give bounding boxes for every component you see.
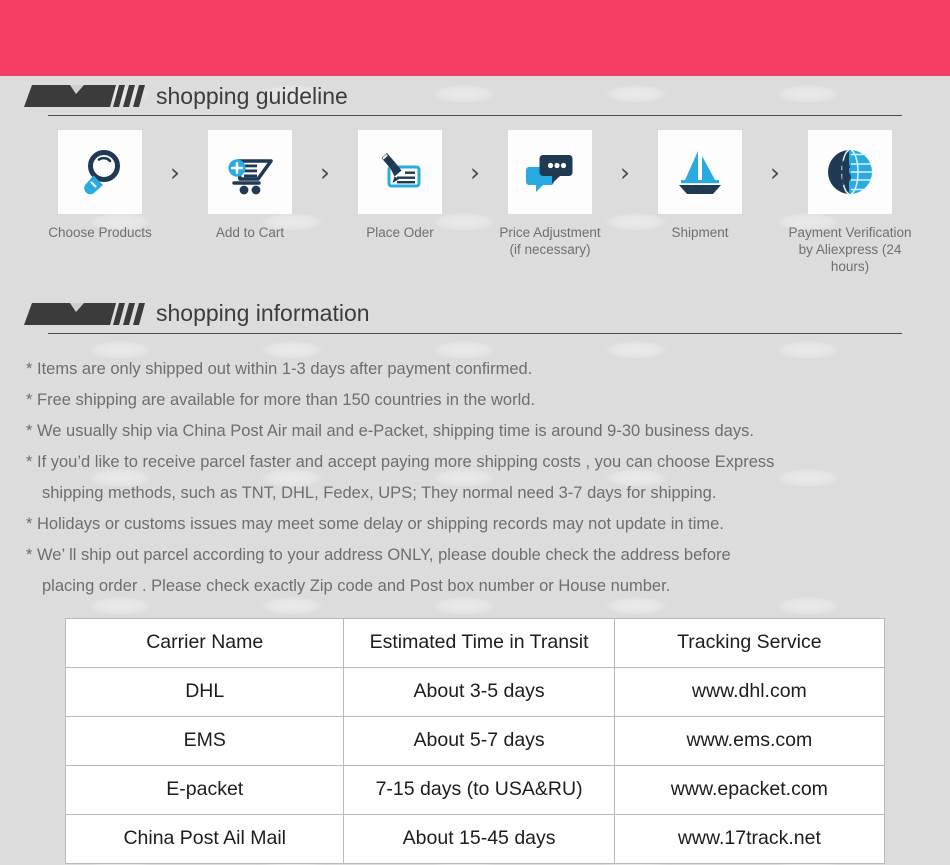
info-line: * Free shipping are available for more t… xyxy=(26,390,536,409)
step-arrow-icon: › xyxy=(620,157,630,187)
table-cell-tracking[interactable]: www.epacket.com xyxy=(613,764,886,815)
table-row: E-packet 7-15 days (to USA&RU) www.epack… xyxy=(64,764,886,815)
info-line: * We’ ll ship out parcel according to yo… xyxy=(26,545,731,564)
step-label: Add to Cart xyxy=(215,225,285,240)
shopping-information-list: * Items are only shipped out within 1-3 … xyxy=(26,354,924,602)
carrier-table: Carrier Name Estimated Time in Transit T… xyxy=(64,617,886,864)
table-row: DHL About 3-5 days www.dhl.com xyxy=(64,666,886,717)
heading-decoration-icon xyxy=(24,301,146,327)
step-payment-verification[interactable]: $ Payment Verification by Aliexpress (24… xyxy=(787,130,913,276)
info-line: shipping methods, such as TNT, DHL, Fede… xyxy=(42,483,717,502)
step-icon-box: $ xyxy=(808,130,892,214)
step-label: Payment Verification by Aliexpress (24 h… xyxy=(788,225,912,274)
step-shipment[interactable]: Shipment xyxy=(637,130,763,242)
table-cell-carrier: EMS xyxy=(64,715,345,766)
table-header-cell: Estimated Time in Transit xyxy=(343,617,615,668)
magnifier-icon xyxy=(84,150,120,195)
shopping-steps: Choose Products › Add to Cart › Place Od… xyxy=(0,130,950,276)
table-cell-transit: About 3-5 days xyxy=(343,666,615,717)
info-line: * We usually ship via China Post Air mai… xyxy=(26,421,754,440)
carrier-table-wrapper: Carrier Name Estimated Time in Transit T… xyxy=(64,617,886,864)
table-cell-tracking[interactable]: www.ems.com xyxy=(613,715,886,766)
shopping-guideline-heading: shopping guideline xyxy=(24,76,926,116)
step-arrow-icon: › xyxy=(170,157,180,187)
top-pink-banner xyxy=(0,0,950,76)
table-cell-carrier: DHL xyxy=(64,666,345,717)
table-cell-transit: 7-15 days (to USA&RU) xyxy=(343,764,615,815)
table-cell-tracking[interactable]: www.dhl.com xyxy=(613,666,886,717)
step-label: Place Oder xyxy=(366,225,434,240)
step-label: Price Adjustment (if necessary) xyxy=(499,225,601,257)
step-icon-box xyxy=(208,130,292,214)
step-icon-box xyxy=(658,130,742,214)
table-row: China Post Ail Mail About 15-45 days www… xyxy=(64,813,886,864)
dollar-globe-icon: $ xyxy=(828,149,872,195)
step-icon-box xyxy=(358,130,442,214)
table-header-cell: Tracking Service xyxy=(613,617,886,668)
table-cell-carrier: China Post Ail Mail xyxy=(64,813,345,864)
sailboat-icon xyxy=(679,151,721,194)
table-header-cell: Carrier Name xyxy=(64,617,345,668)
step-place-order[interactable]: Place Oder xyxy=(337,130,463,242)
product-description-page: shopping guideline Choose Products › Add… xyxy=(0,0,950,865)
section-title: shopping guideline xyxy=(156,82,348,109)
svg-text:$: $ xyxy=(835,157,852,190)
section-title: shopping information xyxy=(156,300,370,327)
shopping-information-heading: shopping information xyxy=(24,294,926,334)
heading-decoration-icon xyxy=(24,83,146,109)
step-choose-products[interactable]: Choose Products xyxy=(37,130,163,242)
step-icon-box xyxy=(58,130,142,214)
heading-underline xyxy=(48,115,902,116)
heading-underline xyxy=(48,332,902,334)
chat-bubbles-icon xyxy=(526,155,573,192)
table-cell-tracking[interactable]: www.17track.net xyxy=(613,813,886,864)
step-label: Choose Products xyxy=(48,225,152,240)
info-line: placing order . Please check exactly Zip… xyxy=(42,576,671,595)
add-to-cart-icon xyxy=(228,159,273,195)
table-cell-transit: About 5-7 days xyxy=(343,715,615,766)
info-line: * Holidays or customs issues may meet so… xyxy=(26,514,724,533)
table-row: EMS About 5-7 days www.ems.com xyxy=(64,715,886,766)
step-arrow-icon: › xyxy=(470,157,480,187)
table-cell-carrier: E-packet xyxy=(64,764,345,815)
step-icon-box xyxy=(508,130,592,214)
pen-check-icon xyxy=(381,153,421,188)
table-header-row: Carrier Name Estimated Time in Transit T… xyxy=(64,617,886,668)
info-line: * Items are only shipped out within 1-3 … xyxy=(26,359,533,378)
step-arrow-icon: › xyxy=(770,157,780,187)
table-cell-transit: About 15-45 days xyxy=(343,813,615,864)
step-label: Shipment xyxy=(671,225,729,240)
step-arrow-icon: › xyxy=(320,157,330,187)
step-add-to-cart[interactable]: Add to Cart xyxy=(187,130,313,242)
info-line: * If you’d like to receive parcel faster… xyxy=(26,452,775,471)
step-price-adjustment[interactable]: Price Adjustment (if necessary) xyxy=(487,130,613,259)
